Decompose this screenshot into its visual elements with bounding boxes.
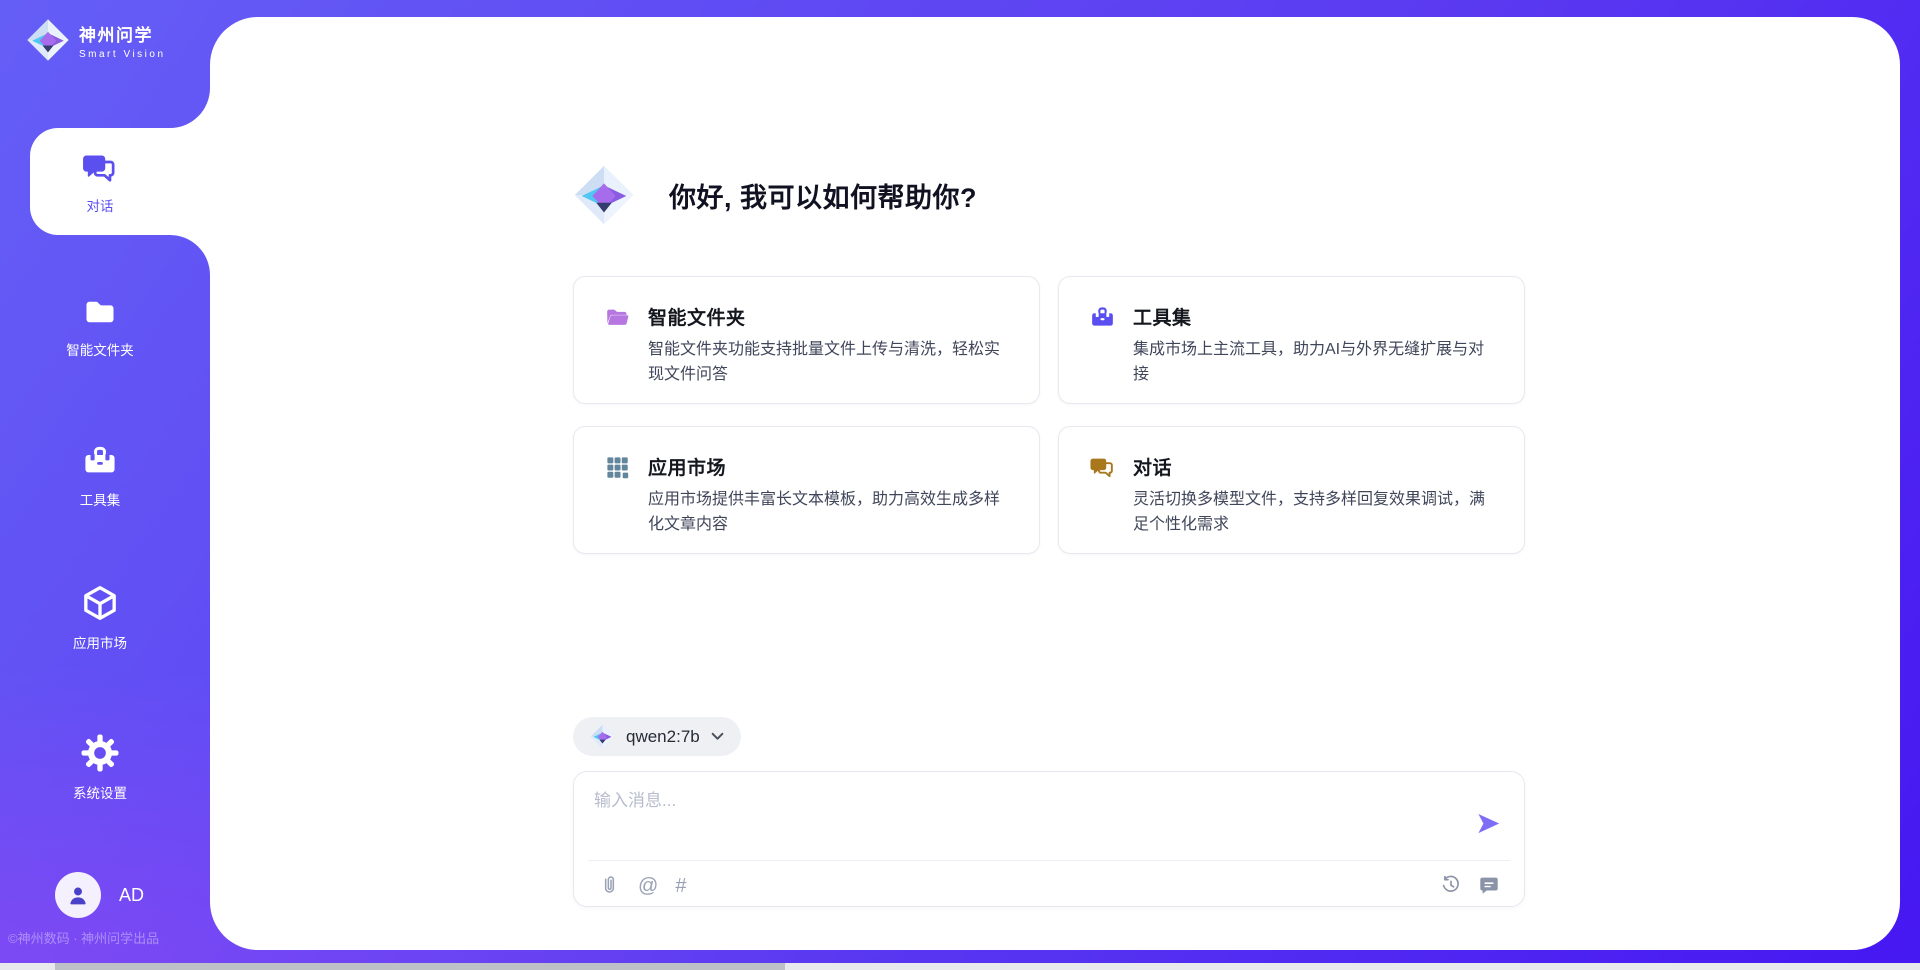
cube-icon: [80, 583, 120, 623]
paperclip-icon[interactable]: [598, 874, 621, 897]
horizontal-scrollbar-thumb[interactable]: [55, 963, 785, 970]
tab-fillet-top: [170, 88, 210, 128]
user-initials: AD: [119, 885, 144, 906]
sidebar-item-label: 应用市场: [73, 632, 127, 652]
greeting-title: 你好, 我可以如何帮助你?: [669, 176, 977, 215]
card-desc: 智能文件夹功能支持批量文件上传与清洗，轻松实现文件问答: [648, 338, 1011, 388]
copyright-footer: ©神州数码 · 神州问学出品: [8, 928, 159, 947]
brand-diamond-logo-icon: [26, 18, 70, 62]
card-title: 对话: [1133, 453, 1496, 480]
brand: 神州问学 Smart Vision: [26, 18, 166, 62]
horizontal-scrollbar: [0, 963, 1920, 970]
folder-icon: [82, 294, 118, 330]
greeting-diamond-logo-icon: [573, 164, 635, 226]
toolbox-icon: [1089, 304, 1116, 403]
toolbox-icon: [81, 442, 119, 480]
sidebar-item-app-market[interactable]: 应用市场: [0, 583, 200, 652]
sidebar-item-label: 系统设置: [73, 782, 127, 802]
at-icon[interactable]: @: [638, 875, 658, 897]
diamond-logo-icon: [590, 724, 615, 749]
message-input[interactable]: [594, 786, 1454, 842]
sidebar: 神州问学 Smart Vision 对话 智能文件夹 工具集 应用市场 系统设置…: [0, 0, 210, 970]
sidebar-item-settings[interactable]: 系统设置: [0, 733, 200, 802]
composer-tools: @ #: [598, 874, 686, 897]
gear-icon: [80, 733, 120, 773]
card-title: 智能文件夹: [648, 303, 1011, 330]
folder-open-icon: [604, 304, 631, 403]
message-composer: @ #: [573, 771, 1525, 907]
comment-icon[interactable]: [1478, 874, 1500, 896]
feature-cards: 智能文件夹 智能文件夹功能支持批量文件上传与清洗，轻松实现文件问答 工具集 集成…: [573, 276, 1525, 554]
greeting: 你好, 我可以如何帮助你?: [573, 164, 977, 226]
card-desc: 应用市场提供丰富长文本模板，助力高效生成多样化文章内容: [648, 488, 1011, 538]
sidebar-item-label: 工具集: [80, 489, 121, 509]
card-desc: 集成市场上主流工具，助力AI与外界无缝扩展与对接: [1133, 338, 1496, 388]
sidebar-item-label: 对话: [87, 195, 114, 215]
card-desc: 灵活切换多模型文件，支持多样回复效果调试，满足个性化需求: [1133, 488, 1496, 538]
sidebar-item-label: 智能文件夹: [66, 339, 134, 359]
tab-fillet-bottom: [170, 235, 210, 275]
grid-icon: [604, 454, 631, 553]
card-title: 应用市场: [648, 453, 1011, 480]
history-icon[interactable]: [1440, 874, 1462, 896]
chat-icon: [81, 149, 119, 187]
card-smart-folder[interactable]: 智能文件夹 智能文件夹功能支持批量文件上传与清洗，轻松实现文件问答: [573, 276, 1040, 404]
composer-divider: [588, 860, 1510, 861]
card-chat[interactable]: 对话 灵活切换多模型文件，支持多样回复效果调试，满足个性化需求: [1058, 426, 1525, 554]
composer-tools-right: [1440, 874, 1500, 896]
brand-subtitle: Smart Vision: [79, 49, 166, 60]
avatar: [55, 872, 101, 918]
hash-icon[interactable]: #: [675, 875, 686, 897]
card-toolset[interactable]: 工具集 集成市场上主流工具，助力AI与外界无缝扩展与对接: [1058, 276, 1525, 404]
chevron-down-icon: [711, 732, 724, 741]
sidebar-item-smart-folder[interactable]: 智能文件夹: [0, 294, 200, 359]
brand-name: 神州问学: [79, 21, 166, 46]
model-selector[interactable]: qwen2:7b: [573, 717, 741, 756]
card-title: 工具集: [1133, 303, 1496, 330]
sidebar-item-chat[interactable]: 对话: [30, 128, 210, 235]
card-app-market[interactable]: 应用市场 应用市场提供丰富长文本模板，助力高效生成多样化文章内容: [573, 426, 1040, 554]
model-name: qwen2:7b: [626, 727, 700, 747]
send-icon[interactable]: [1475, 810, 1502, 837]
sidebar-item-toolset[interactable]: 工具集: [0, 442, 200, 509]
user-account[interactable]: AD: [55, 872, 144, 918]
chat-icon: [1089, 454, 1116, 553]
content-area: 你好, 我可以如何帮助你? 智能文件夹 智能文件夹功能支持批量文件上传与清洗，轻…: [210, 17, 1900, 950]
